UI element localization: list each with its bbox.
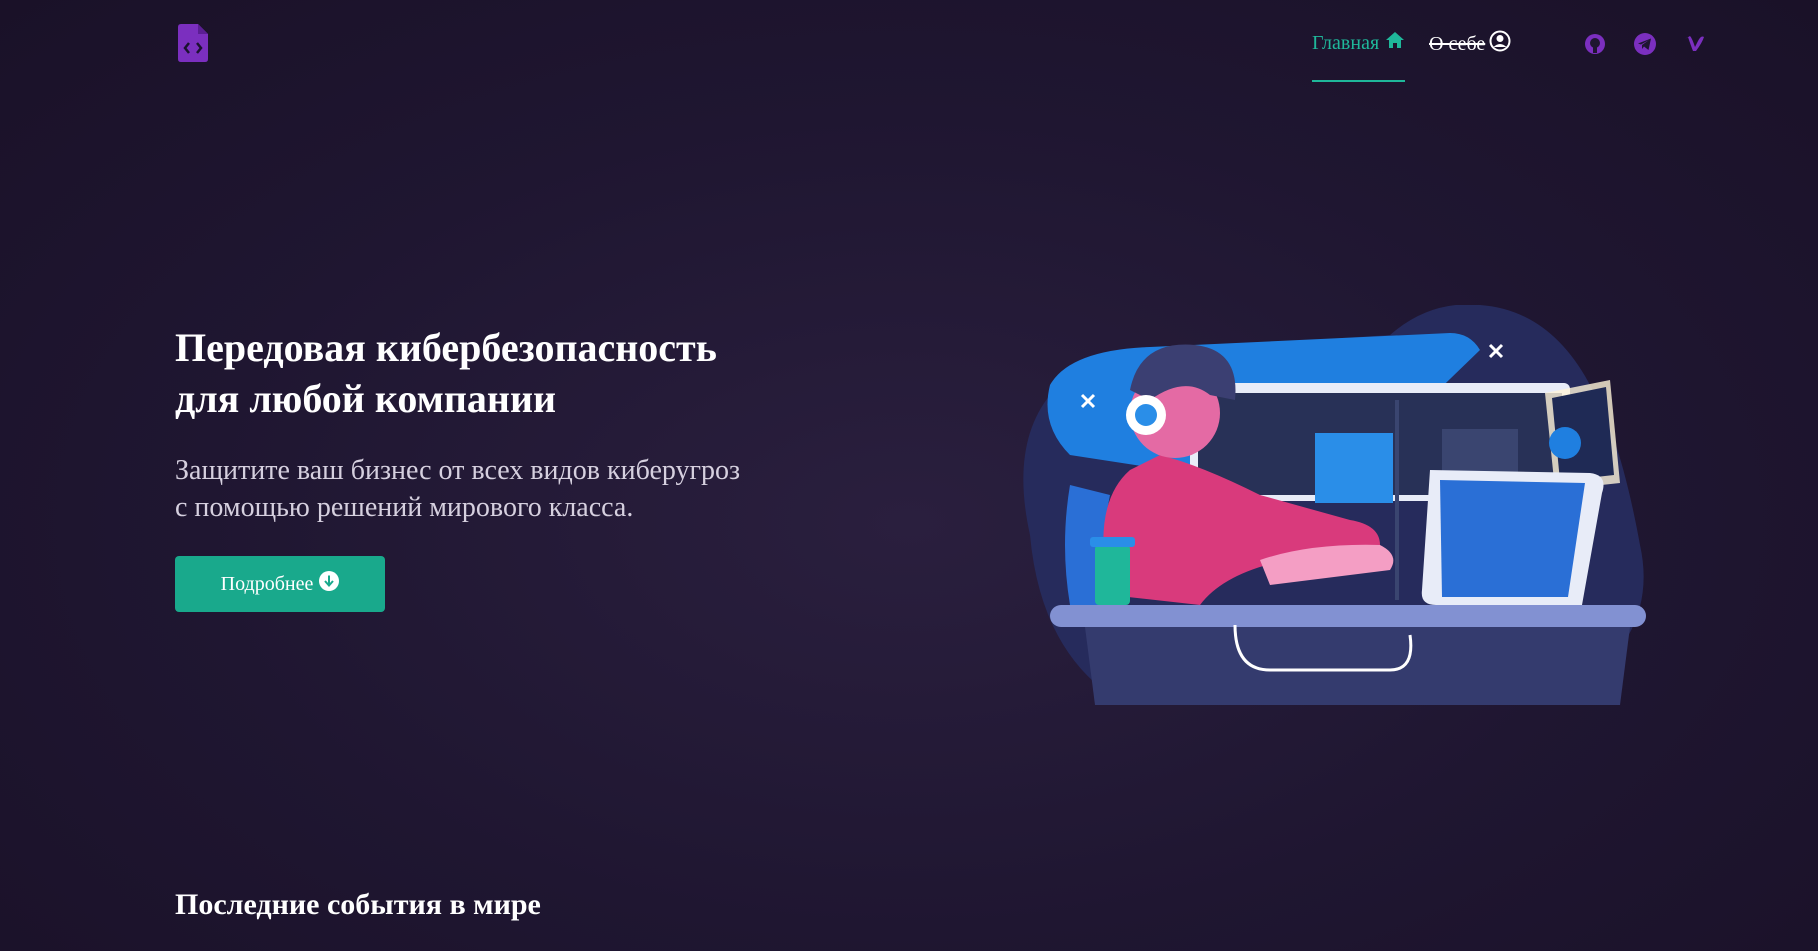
hero-subtitle-line-1: Защитите ваш бизнес от всех видов киберу… [175, 455, 741, 486]
user-circle-icon [1489, 30, 1511, 58]
vimeo-icon[interactable] [1683, 32, 1707, 56]
home-icon [1385, 30, 1405, 56]
hero-title-line-2: для любой компании [175, 376, 557, 421]
nav-home-label: Главная [1312, 31, 1380, 54]
arrow-down-circle-icon [319, 571, 340, 597]
section-title: Последние события в мире [175, 888, 541, 921]
github-icon[interactable] [1583, 32, 1607, 56]
nav-home-link[interactable]: Главная [1312, 30, 1405, 56]
hero-subtitle: Защитите ваш бизнес от всех видов киберу… [175, 452, 875, 526]
nav-active-indicator [1312, 80, 1405, 82]
hero-title: Передовая кибербезопасность для любой ко… [175, 322, 875, 424]
nav-about-label: О себе [1429, 32, 1486, 55]
more-button-label: Подробнее [220, 572, 314, 595]
file-code-icon[interactable] [178, 24, 208, 62]
hero-illustration [1010, 304, 1670, 715]
more-button[interactable]: Подробнее [175, 556, 385, 612]
nav-about-link[interactable]: О себе [1429, 30, 1511, 58]
hero-subtitle-line-2: с помощью решений мирового класса. [175, 492, 634, 523]
hero-title-line-1: Передовая кибербезопасность [175, 325, 717, 370]
telegram-icon[interactable] [1633, 32, 1657, 56]
header: Главная О себе [0, 0, 1818, 90]
